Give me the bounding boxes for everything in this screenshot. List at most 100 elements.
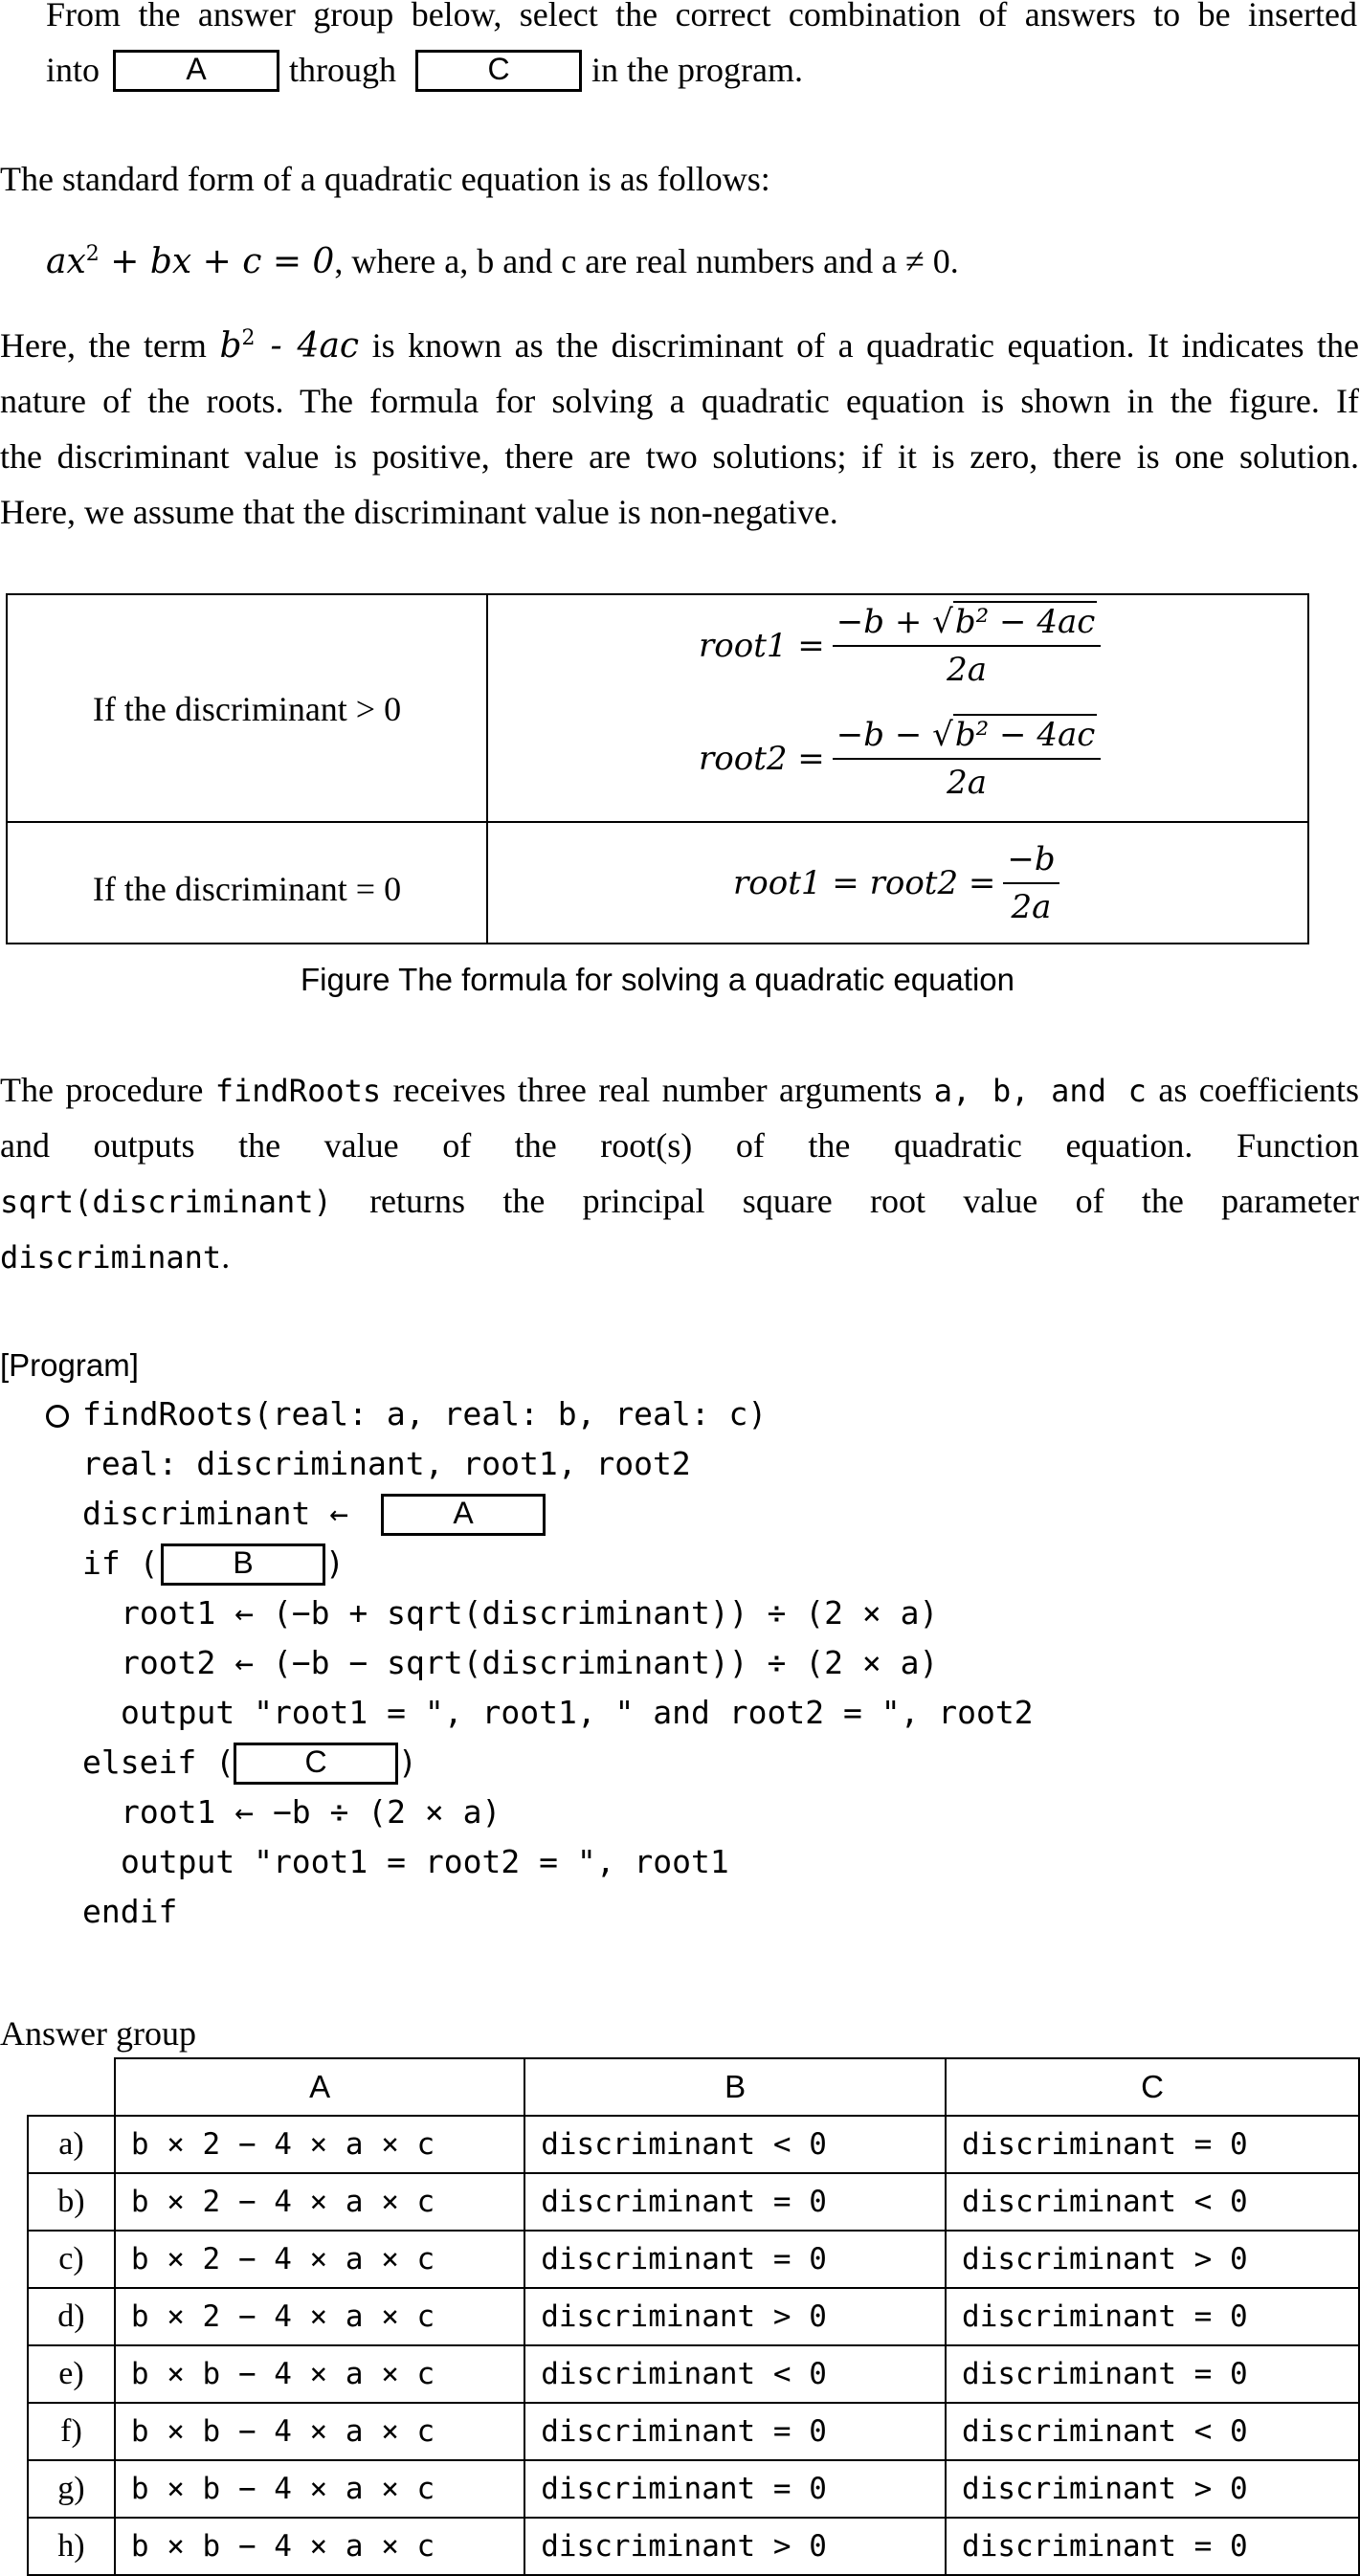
answer-header-row: A B C [28, 2057, 1360, 2117]
program-line-2: real: discriminant, root1, root2 [82, 1445, 691, 1482]
program-line-8: elseif ( [82, 1743, 234, 1781]
standard-form-heading: The standard form of a quadratic equatio… [0, 160, 770, 198]
procedure-line-1: The procedure findRoots receives three r… [0, 1070, 1359, 1110]
program-line-1: findRoots(real: a, real: b, real: c) [82, 1395, 768, 1432]
answer-row-a[interactable]: a) b × 2 − 4 × a × c discriminant < 0 discr… [27, 2115, 1360, 2174]
answer-cell-c: discriminant = 0 [945, 2115, 1360, 2174]
procedure-line-2: and outputs the value of the root(s) of … [0, 1126, 1359, 1165]
answer-row-b[interactable]: b) b × 2 − 4 × a × c discriminant = 0 discr… [27, 2172, 1360, 2232]
program-blank-c: C [234, 1743, 398, 1785]
answer-cell-a: b × b − 4 × a × c [113, 2344, 526, 2404]
answer-header-b: B [524, 2057, 948, 2117]
answer-header-a: A [113, 2057, 526, 2117]
answer-label[interactable]: h) [27, 2517, 116, 2576]
procedure-args: a, b, and c [933, 1073, 1147, 1109]
procedure-text-mid: receives three real number arguments [381, 1071, 934, 1109]
answer-row-c[interactable]: c) b × 2 − 4 × a × c discriminant = 0 discr… [27, 2230, 1360, 2289]
answer-row-g[interactable]: g) b × b − 4 × a × c discriminant = 0 discr… [27, 2459, 1360, 2519]
answer-cell-c: discriminant < 0 [945, 2402, 1360, 2461]
answer-cell-b: discriminant = 0 [524, 2172, 948, 2232]
discriminant-line-4: Here, we assume that the discriminant va… [0, 493, 838, 531]
program-line-4: if ( [82, 1544, 159, 1582]
procedure-param-code: discriminant [0, 1239, 222, 1276]
program-line-4-close: ) [325, 1544, 345, 1582]
formula-figure: If the discriminant > 0 If the discrimin… [6, 593, 1309, 944]
equation-lhs: ax2 + bx + c = 0 [46, 242, 335, 281]
formula-equal-roots: root1 = root2 = −b 2a [733, 840, 1059, 926]
answer-cell-a: b × b − 4 × a × c [113, 2459, 526, 2519]
discriminant-line-2: nature of the roots. The formula for sol… [0, 382, 1359, 420]
answer-header-empty [28, 2058, 116, 2117]
intro-into: into [46, 51, 100, 89]
standard-form-equation: ax2 + bx + c = 0, where a, b and c are r… [46, 241, 959, 281]
program-line-6: root2 ← (−b − sqrt(discriminant)) ÷ (2 ×… [121, 1644, 939, 1681]
figure-condition-zero: If the discriminant = 0 [92, 870, 402, 908]
answer-row-e[interactable]: e) b × b − 4 × a × c discriminant < 0 discr… [27, 2344, 1360, 2404]
intro-blank-a: A [113, 50, 279, 92]
program-line-8-close: ) [398, 1743, 417, 1781]
procedure-sqrt-code: sqrt(discriminant) [0, 1184, 332, 1220]
formula-root2: root2 = −b − √b² − 4ac 2a [699, 714, 1102, 802]
formula-root1: root1 = −b + √b² − 4ac 2a [699, 601, 1102, 689]
answer-cell-a: b × 2 − 4 × a × c [113, 2172, 526, 2232]
answer-cell-b: discriminant = 0 [524, 2402, 948, 2461]
procedure-text-pre: The procedure [0, 1071, 215, 1109]
procedure-line-4: discriminant. [0, 1236, 230, 1277]
procedure-marker-circle [46, 1405, 69, 1428]
procedure-line-3: sqrt(discriminant) returns the principal… [0, 1181, 1359, 1221]
answer-row-f[interactable]: f) b × b − 4 × a × c discriminant = 0 discr… [27, 2402, 1360, 2461]
procedure-line-4-text: . [221, 1237, 231, 1276]
answer-cell-b: discriminant < 0 [524, 2115, 948, 2174]
answer-label[interactable]: g) [27, 2459, 116, 2519]
answer-row-d[interactable]: d) b × 2 − 4 × a × c discriminant > 0 discr… [27, 2287, 1360, 2346]
answer-cell-b: discriminant = 0 [524, 2230, 948, 2289]
program-label: [Program] [0, 1347, 139, 1383]
answer-cell-b: discriminant = 0 [524, 2459, 948, 2519]
answer-group-title: Answer group [0, 2014, 196, 2053]
answer-label[interactable]: e) [27, 2344, 116, 2404]
intro-line-1: From the answer group below, select the … [46, 0, 1357, 33]
answer-cell-c: discriminant < 0 [945, 2172, 1360, 2232]
program-line-5: root1 ← (−b + sqrt(discriminant)) ÷ (2 ×… [121, 1594, 939, 1632]
program-line-10: output "root1 = root2 = ", root1 [121, 1843, 729, 1880]
answer-cell-c: discriminant > 0 [945, 2230, 1360, 2289]
procedure-text-post: as coefficients [1146, 1071, 1360, 1109]
answer-label[interactable]: a) [27, 2115, 116, 2174]
procedure-line-3-text: returns the principal square root value … [331, 1182, 1359, 1220]
answer-header-c: C [945, 2057, 1360, 2117]
answer-cell-a: b × 2 − 4 × a × c [113, 2287, 526, 2346]
equation-conditions: , where a, b and c are real numbers and … [334, 242, 959, 280]
intro-blank-c: C [415, 50, 582, 92]
answer-cell-b: discriminant > 0 [524, 2287, 948, 2346]
answer-label[interactable]: b) [27, 2172, 116, 2232]
answer-cell-a: b × b − 4 × a × c [113, 2402, 526, 2461]
answer-cell-c: discriminant = 0 [945, 2517, 1360, 2576]
answer-cell-c: discriminant = 0 [945, 2344, 1360, 2404]
intro-through: through [289, 51, 396, 89]
answer-label[interactable]: c) [27, 2230, 116, 2289]
program-blank-a: A [381, 1494, 546, 1536]
procedure-name: findRoots [214, 1073, 382, 1109]
answer-cell-a: b × b − 4 × a × c [113, 2517, 526, 2576]
program-blank-b: B [161, 1543, 325, 1586]
answer-cell-a: b × 2 − 4 × a × c [113, 2230, 526, 2289]
answer-label[interactable]: d) [27, 2287, 116, 2346]
program-line-3: discriminant ← [82, 1495, 349, 1532]
program-line-9: root1 ← −b ÷ (2 × a) [121, 1793, 502, 1831]
figure-condition-positive: If the discriminant > 0 [92, 690, 402, 728]
intro-in-program: in the program. [591, 51, 803, 89]
discriminant-term: b2 - 4ac [219, 326, 360, 366]
program-line-11: endif [82, 1893, 178, 1930]
answer-cell-c: discriminant = 0 [945, 2287, 1360, 2346]
discriminant-line-1-text: is known as the discriminant of a quadra… [359, 326, 1359, 365]
program-line-7: output "root1 = ", root1, " and root2 = … [121, 1694, 1034, 1731]
answer-cell-a: b × 2 − 4 × a × c [113, 2115, 526, 2174]
discriminant-line-3: the discriminant value is positive, ther… [0, 437, 1359, 476]
answer-cell-c: discriminant > 0 [945, 2459, 1360, 2519]
answer-cell-b: discriminant > 0 [524, 2517, 948, 2576]
answer-group-table: A B C a) b × 2 − 4 × a × c discriminant < … [27, 2057, 1360, 2576]
answer-row-h[interactable]: h) b × b − 4 × a × c discriminant > 0 discr… [27, 2517, 1360, 2576]
answer-cell-b: discriminant < 0 [524, 2344, 948, 2404]
answer-label[interactable]: f) [27, 2402, 116, 2461]
figure-caption: Figure The formula for solving a quadrat… [301, 962, 1014, 997]
